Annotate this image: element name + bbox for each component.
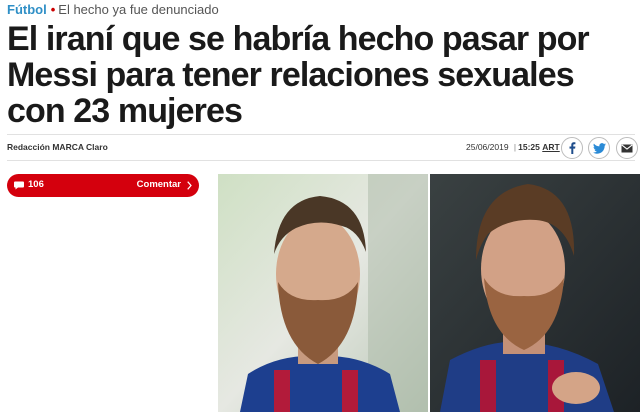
comments-button[interactable]: 106 Comentar [7, 174, 199, 197]
facebook-icon [569, 142, 576, 154]
divider-top [7, 134, 635, 135]
publish-date: 25/06/2019 [466, 142, 509, 152]
date-separator: | [513, 142, 517, 152]
article-photo [218, 174, 640, 412]
dateline: 25/06/2019 | 15:25 ART [466, 142, 560, 152]
comment-count: 106 [28, 179, 44, 190]
chevron-right-icon [187, 181, 192, 190]
facebook-share-button[interactable] [561, 137, 583, 159]
kicker-bullet: • [50, 2, 56, 17]
twitter-icon [592, 142, 606, 154]
headline: El iraní que se habría hecho pasar por M… [7, 20, 590, 130]
email-share-button[interactable] [616, 137, 638, 159]
section-link[interactable]: Fútbol [7, 2, 47, 17]
mail-icon [621, 143, 633, 152]
comment-bubble-icon [14, 181, 24, 190]
kicker: Fútbol • El hecho ya fue denunciado [7, 2, 219, 18]
kicker-subtitle: El hecho ya fue denunciado [58, 2, 219, 17]
byline: Redacción MARCA Claro [7, 142, 108, 152]
comment-label: Comentar [136, 179, 181, 190]
publish-time: 15:25 [518, 142, 540, 152]
divider-bottom [7, 160, 635, 161]
twitter-share-button[interactable] [588, 137, 610, 159]
timezone-label[interactable]: ART [542, 142, 559, 152]
